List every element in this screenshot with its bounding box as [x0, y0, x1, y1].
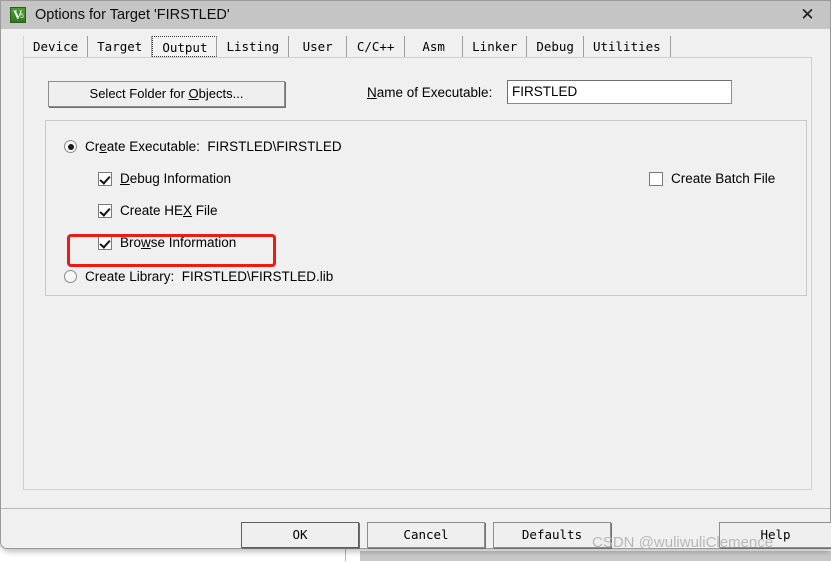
checkbox-checked-icon: [98, 235, 112, 250]
create-hex-file-checkbox[interactable]: Create HEX File: [98, 203, 218, 218]
name-of-executable-label: Name of Executable:: [367, 85, 493, 100]
window-title: Options for Target 'FIRSTLED': [35, 7, 230, 23]
keil-uvision-icon: V 5: [10, 7, 26, 23]
help-button[interactable]: Help: [719, 522, 831, 548]
radio-off-icon: [64, 270, 77, 283]
tab-utilities[interactable]: Utilities: [583, 36, 671, 57]
tab-asm[interactable]: Asm: [405, 36, 464, 57]
output-tab-panel: Select Folder for Objects... Name of Exe…: [23, 58, 812, 490]
checkbox-checked-icon: [98, 171, 112, 186]
screen: V 5 Options for Target 'FIRSTLED' ✕ Devi…: [0, 0, 831, 562]
background-window-statusbar: [360, 551, 831, 561]
tab-c-cpp[interactable]: C/C++: [347, 36, 406, 57]
tab-output[interactable]: Output: [152, 36, 218, 57]
browse-information-checkbox[interactable]: Browse Information: [98, 235, 236, 250]
tab-target[interactable]: Target: [88, 36, 153, 57]
browse-information-label: Browse Information: [120, 235, 237, 250]
radio-on-icon: [64, 140, 77, 153]
select-folder-for-objects-button[interactable]: Select Folder for Objects...: [48, 81, 285, 107]
icon-letter-s: 5: [20, 13, 24, 20]
tab-device[interactable]: Device: [23, 36, 89, 57]
checkbox-checked-icon: [98, 203, 112, 218]
tab-user[interactable]: User: [289, 36, 348, 57]
create-executable-label: Create Executable: FIRSTLED\FIRSTLED: [85, 139, 342, 154]
create-hex-file-label: Create HEX File: [120, 203, 218, 218]
executable-name-input[interactable]: FIRSTLED: [507, 80, 732, 104]
create-batch-file-checkbox[interactable]: Create Batch File: [649, 171, 775, 186]
debug-information-checkbox[interactable]: Debug Information: [98, 171, 231, 186]
checkbox-unchecked-icon: [649, 171, 663, 186]
create-library-label: Create Library: FIRSTLED\FIRSTLED.lib: [85, 269, 334, 284]
create-executable-radio[interactable]: Create Executable: FIRSTLED\FIRSTLED: [64, 139, 342, 154]
debug-information-label: Debug Information: [120, 171, 232, 186]
select-folder-label: Select Folder for Objects...: [89, 86, 244, 101]
cancel-button[interactable]: Cancel: [367, 522, 485, 548]
tab-listing[interactable]: Listing: [217, 36, 290, 57]
create-batch-file-label: Create Batch File: [671, 171, 776, 186]
create-library-radio[interactable]: Create Library: FIRSTLED\FIRSTLED.lib: [64, 269, 333, 284]
close-icon[interactable]: ✕: [785, 1, 830, 29]
tab-linker[interactable]: Linker: [463, 36, 528, 57]
options-dialog: V 5 Options for Target 'FIRSTLED' ✕ Devi…: [0, 0, 831, 549]
output-options-group: Create Executable: FIRSTLED\FIRSTLED Deb…: [45, 120, 807, 296]
title-bar: V 5 Options for Target 'FIRSTLED' ✕: [1, 1, 830, 29]
tab-strip: Device Target Output Listing User C/C++ …: [23, 36, 812, 58]
defaults-button[interactable]: Defaults: [493, 522, 611, 548]
tab-debug[interactable]: Debug: [527, 36, 584, 57]
footer-separator: [1, 508, 830, 509]
ok-button[interactable]: OK: [241, 522, 359, 548]
